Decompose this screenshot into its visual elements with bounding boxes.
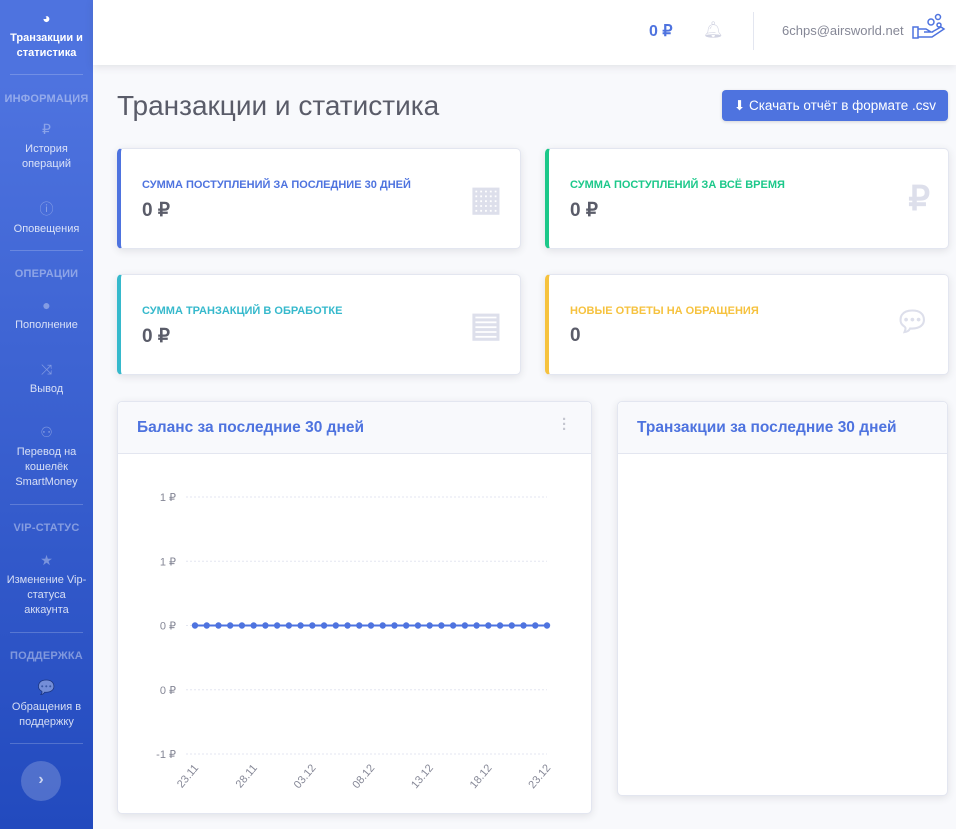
more-options-icon[interactable]: · · · bbox=[562, 412, 567, 437]
x-tick-label: 18.12 bbox=[468, 762, 495, 791]
x-tick-label: 28.11 bbox=[234, 762, 260, 790]
sidebar-item-notifications[interactable]: ⓘ Оповещения bbox=[0, 202, 93, 237]
data-point bbox=[391, 622, 398, 629]
data-point bbox=[379, 622, 386, 629]
y-tick-label: 0 ₽ bbox=[160, 685, 176, 697]
balance-chart-card: Баланс за последние 30 дней · · · 1 ₽ 1 ₽ 0 … bbox=[117, 401, 592, 814]
data-point bbox=[461, 622, 469, 629]
x-tick-label: 23.11 bbox=[175, 762, 201, 790]
data-point bbox=[309, 622, 316, 629]
sidebar: ◕ Транзакции и статистика ИНФОРМАЦИЯ ₽ Ис… bbox=[0, 0, 93, 829]
balance-line-chart: 1 ₽ 1 ₽ 0 ₽ 0 ₽ -1 ₽23.11 28.11 03.12 08.12 13.1… bbox=[156, 492, 553, 791]
data-point bbox=[473, 622, 480, 629]
x-tick-label: 08.12 bbox=[350, 762, 377, 791]
data-point bbox=[449, 622, 457, 629]
data-point bbox=[414, 622, 422, 629]
transactions-chart-card: Транзакции за последние 30 дней bbox=[617, 401, 948, 796]
data-point bbox=[438, 622, 445, 629]
balance-display[interactable]: 0 ₽ bbox=[649, 21, 673, 41]
comments-icon: 💬 bbox=[37, 679, 56, 695]
data-point bbox=[227, 622, 234, 629]
data-point bbox=[285, 622, 293, 629]
star-icon: ★ bbox=[40, 552, 53, 568]
heading-vip: VIP-СТАТУС bbox=[13, 522, 80, 534]
info-icon: ⓘ bbox=[39, 201, 54, 217]
heading-support: ПОДДЕРЖКА bbox=[10, 650, 83, 662]
data-point bbox=[344, 622, 351, 629]
data-point bbox=[496, 622, 504, 629]
data-point bbox=[191, 622, 199, 629]
sidebar-item-deposit[interactable]: ● Пополнение bbox=[0, 298, 93, 333]
data-point bbox=[508, 622, 515, 629]
data-point bbox=[403, 622, 410, 629]
x-tick-label: 03.12 bbox=[292, 762, 319, 791]
data-point bbox=[520, 622, 527, 629]
page-title: Транзакции и статистика bbox=[117, 90, 440, 121]
download-icon: ⬇ bbox=[733, 98, 749, 113]
data-point bbox=[543, 622, 551, 629]
data-point bbox=[485, 622, 492, 629]
data-point bbox=[320, 622, 328, 629]
heading-operations: ОПЕРАЦИИ bbox=[14, 268, 79, 280]
user-email[interactable]: 6chps@airsworld.net bbox=[782, 23, 904, 38]
x-tick-label: 23.12 bbox=[526, 762, 553, 791]
heading-info: ИНФОРМАЦИЯ bbox=[4, 93, 89, 105]
y-tick-label: 1 ₽ bbox=[160, 492, 176, 504]
shuffle-icon: ⤨ bbox=[40, 361, 53, 377]
stat-card-new-replies: Новые ответы на обращения 0 💬︎ bbox=[545, 274, 949, 375]
data-point bbox=[332, 622, 339, 629]
data-point bbox=[215, 622, 222, 629]
sidebar-item-vip[interactable]: ★ Изменение Vip-статуса аккаунта bbox=[0, 553, 93, 618]
data-point bbox=[238, 622, 246, 629]
data-point bbox=[367, 622, 375, 629]
comments-icon: 💬︎ bbox=[894, 306, 930, 337]
data-point bbox=[262, 622, 269, 629]
download-csv-button[interactable]: ⬇ Скачать отчёт в формате .csv bbox=[722, 90, 948, 121]
bell-icon[interactable]: 🔔︎ bbox=[703, 20, 723, 40]
data-point bbox=[203, 622, 210, 629]
data-point bbox=[426, 622, 433, 629]
sidebar-item-transfer[interactable]: ⚇ Перевод на кошелёк SmartMoney bbox=[0, 425, 93, 490]
y-tick-label: 1 ₽ bbox=[160, 556, 176, 568]
y-tick-label: -1 ₽ bbox=[156, 749, 176, 761]
coin-icon: ● bbox=[42, 297, 51, 313]
sidebar-item-withdraw[interactable]: ⤨ Вывод bbox=[0, 362, 93, 397]
clipboard-icon: ▤ bbox=[469, 306, 502, 344]
sidebar-item-history[interactable]: ₽ История операций bbox=[0, 122, 93, 172]
y-tick-label: 0 ₽ bbox=[160, 621, 176, 633]
x-tick-label: 13.12 bbox=[409, 762, 436, 791]
transactions-chart-title: Транзакции за последние 30 дней bbox=[637, 419, 897, 436]
data-point bbox=[356, 622, 363, 629]
stat-card-processing: Сумма транзакций в обработке 0 ₽ ▤ bbox=[117, 274, 521, 375]
topbar: 0 ₽ 🔔︎ 6chps@airsworld.net bbox=[93, 0, 956, 65]
data-point bbox=[250, 622, 257, 629]
tachometer-icon: ◕ bbox=[42, 10, 51, 26]
calendar-icon: ▦ bbox=[469, 180, 502, 218]
sidebar-toggle-button[interactable]: › bbox=[21, 761, 61, 801]
sidebar-item-support[interactable]: 💬 Обращения в поддержку bbox=[0, 680, 93, 730]
stat-card-all-time: Сумма поступлений за всё время 0 ₽ ₽ bbox=[545, 148, 949, 249]
topbar-divider bbox=[753, 12, 754, 50]
ruble-icon: ₽ bbox=[42, 121, 51, 137]
stat-card-30-days: Сумма поступлений за последние 30 дней 0… bbox=[117, 148, 521, 249]
ruble-icon: ₽ bbox=[908, 180, 930, 218]
sidebar-item-transactions[interactable]: ◕ Транзакции и статистика bbox=[0, 11, 93, 61]
user-hand-coins-icon[interactable] bbox=[911, 12, 947, 42]
people-icon: ⚇ bbox=[40, 424, 53, 440]
data-point bbox=[532, 622, 539, 629]
balance-chart-title: Баланс за последние 30 дней bbox=[137, 419, 365, 436]
data-point bbox=[297, 622, 304, 629]
data-point bbox=[273, 622, 281, 629]
